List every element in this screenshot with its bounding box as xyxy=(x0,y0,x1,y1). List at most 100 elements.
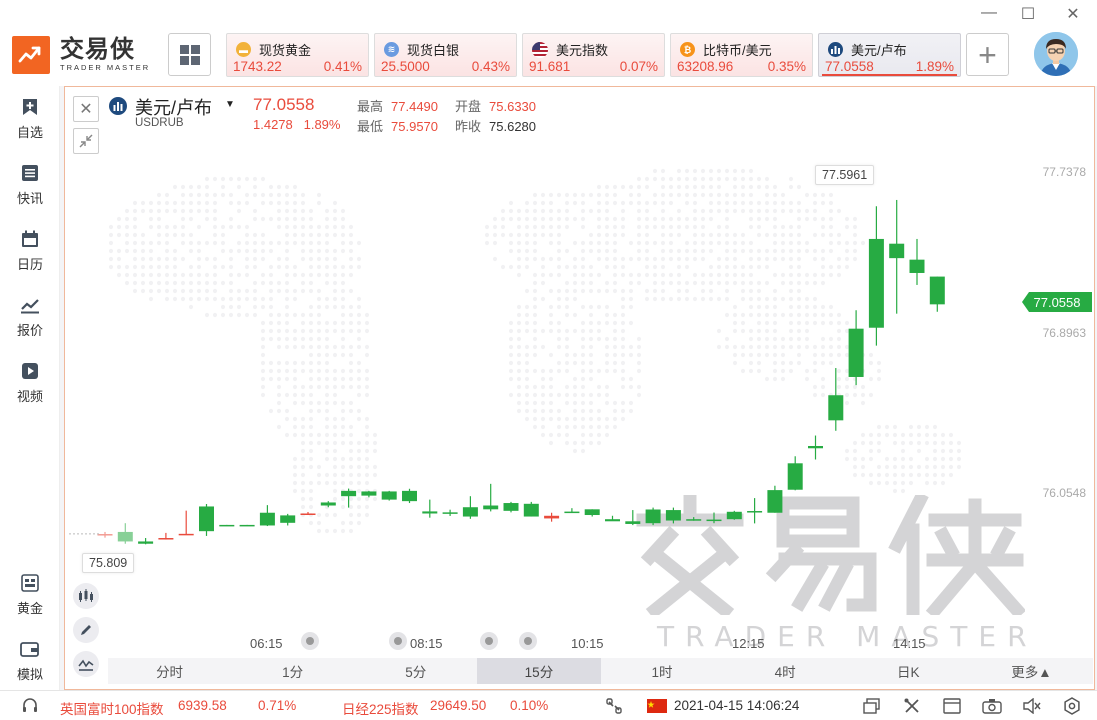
close-window-button[interactable]: ✕ xyxy=(1063,4,1083,24)
period-tab-1h[interactable]: 1时 xyxy=(601,658,724,684)
link-sync-icon[interactable] xyxy=(604,696,624,716)
candle xyxy=(868,206,884,346)
gold-bar-icon xyxy=(21,574,39,592)
index2-name[interactable]: 日经225指数 xyxy=(342,698,419,718)
chart-bars-icon xyxy=(828,42,843,57)
bookmark-plus-icon xyxy=(23,99,37,115)
candle xyxy=(564,508,580,514)
candle xyxy=(341,488,357,508)
x-axis-tick: 06:15 xyxy=(250,636,283,651)
candle xyxy=(909,238,925,285)
index2-change: 0.10% xyxy=(510,698,549,713)
candle xyxy=(889,199,905,314)
layout-grid-button[interactable] xyxy=(168,33,211,76)
draw-tool-button[interactable] xyxy=(73,617,99,643)
period-tab-timeshare[interactable]: 分时 xyxy=(108,658,231,684)
candle xyxy=(929,276,945,312)
stat-prev-close: 昨收 75.6280 xyxy=(455,116,536,135)
ticker-name: 美元指数 xyxy=(556,43,609,58)
left-sidebar: 自选 快讯 日历 报价 视频 黄金 模拟 xyxy=(0,86,60,690)
ticker-btc-usd[interactable]: ₿ 比特币/美元 63208.96 0.35% xyxy=(670,33,813,77)
sidebar-item-gold[interactable]: 黄金 xyxy=(0,574,60,617)
candle xyxy=(138,538,154,545)
event-marker[interactable] xyxy=(389,632,407,650)
candles-icon xyxy=(79,589,93,602)
stat-open: 开盘 75.6330 xyxy=(455,96,536,115)
app-logo: 交易侠 TRADER MASTER xyxy=(12,36,150,74)
window-icon[interactable] xyxy=(942,696,962,716)
candle xyxy=(584,509,600,517)
ticker-name: 现货黄金 xyxy=(259,43,312,58)
stat-label: 最低 xyxy=(357,119,384,134)
close-chart-button[interactable]: ✕ xyxy=(73,96,99,122)
grid-icon xyxy=(179,44,200,65)
sidebar-item-watchlist[interactable]: 自选 xyxy=(0,98,60,141)
trend-line-icon xyxy=(21,299,39,314)
collapse-chart-button[interactable] xyxy=(73,128,99,154)
period-tab-more[interactable]: 更多▲ xyxy=(970,658,1093,684)
headset-icon[interactable] xyxy=(20,696,40,716)
sidebar-item-label: 快讯 xyxy=(16,191,43,206)
y-axis-tick: 77.7378 xyxy=(1042,165,1086,179)
ticker-change: 1.89% xyxy=(915,59,954,74)
ticker-price: 63208.96 xyxy=(677,59,734,74)
stat-value: 75.6330 xyxy=(489,99,537,114)
candle xyxy=(280,513,296,526)
event-marker[interactable] xyxy=(301,632,319,650)
sidebar-item-label: 黄金 xyxy=(16,601,43,616)
period-tab-daily[interactable]: 日K xyxy=(847,658,970,684)
sidebar-item-video[interactable]: 视频 xyxy=(0,362,60,405)
period-tab-4h[interactable]: 4时 xyxy=(724,658,847,684)
ticker-price: 91.681 xyxy=(529,59,571,74)
sidebar-item-calendar[interactable]: 日历 xyxy=(0,230,60,273)
index1-name[interactable]: 英国富时100指数 xyxy=(60,698,164,718)
period-tab-15m[interactable]: 15分 xyxy=(477,658,601,684)
camera-icon[interactable] xyxy=(982,696,1002,716)
candle xyxy=(808,435,823,460)
chart-bars-icon xyxy=(109,97,127,115)
mute-icon[interactable] xyxy=(1022,696,1042,716)
logo-en-text: TRADER MASTER xyxy=(60,63,151,72)
add-ticker-button[interactable]: + xyxy=(966,33,1009,76)
ticker-change: 0.35% xyxy=(767,59,806,74)
indicator-button[interactable] xyxy=(73,651,99,677)
period-tab-1m[interactable]: 1分 xyxy=(231,658,354,684)
user-avatar[interactable] xyxy=(1034,32,1078,76)
shrink-arrows-icon xyxy=(79,134,93,148)
ticker-gold[interactable]: ▬ 现货黄金 1743.22 0.41% xyxy=(226,33,369,77)
wallet-icon xyxy=(20,642,39,657)
period-selector: 分时 1分 5分 15分 1时 4时 日K 更多▲ xyxy=(108,658,1093,684)
sidebar-item-news[interactable]: 快讯 xyxy=(0,164,60,207)
settings-gear-icon[interactable] xyxy=(1062,696,1082,716)
news-list-icon xyxy=(22,165,38,181)
current-price: 77.0558 xyxy=(253,95,315,114)
ticker-silver[interactable]: ≋ 现货白银 25.5000 0.43% xyxy=(374,33,517,77)
period-tab-5m[interactable]: 5分 xyxy=(354,658,477,684)
maximize-button[interactable]: ☐ xyxy=(1018,4,1038,24)
ticker-usd-rub[interactable]: 美元/卢布 77.0558 1.89% xyxy=(818,33,961,77)
index1-value: 6939.58 xyxy=(178,698,227,713)
sidebar-item-quotes[interactable]: 报价 xyxy=(0,296,60,339)
tools-icon[interactable] xyxy=(902,696,922,716)
event-marker[interactable] xyxy=(480,632,498,650)
event-marker[interactable] xyxy=(519,632,537,650)
sidebar-item-simulate[interactable]: 模拟 xyxy=(0,640,60,683)
candle-type-button[interactable] xyxy=(73,583,99,609)
candle xyxy=(442,509,458,516)
top-header: — ☐ ✕ 交易侠 TRADER MASTER ▬ 现货黄金 1743.22 0… xyxy=(0,0,1097,86)
x-axis-tick: 14:15 xyxy=(893,636,926,651)
logo-cn-text: 交易侠 xyxy=(60,36,135,63)
candle xyxy=(645,507,661,526)
change-abs: 1.4278 xyxy=(253,117,293,132)
candle xyxy=(747,498,763,524)
candle xyxy=(767,485,783,513)
symbol-code: USDRUB xyxy=(135,117,184,129)
ticker-usd-index[interactable]: 美元指数 91.681 0.07% xyxy=(522,33,665,77)
windows-icon[interactable] xyxy=(862,696,882,716)
minimize-button[interactable]: — xyxy=(979,4,999,22)
change-pct: 1.89% xyxy=(303,117,341,132)
symbol-dropdown-icon[interactable]: ▼ xyxy=(225,99,235,110)
sidebar-item-label: 模拟 xyxy=(16,667,43,682)
ticker-change: 0.43% xyxy=(471,59,510,74)
candle xyxy=(462,496,478,519)
